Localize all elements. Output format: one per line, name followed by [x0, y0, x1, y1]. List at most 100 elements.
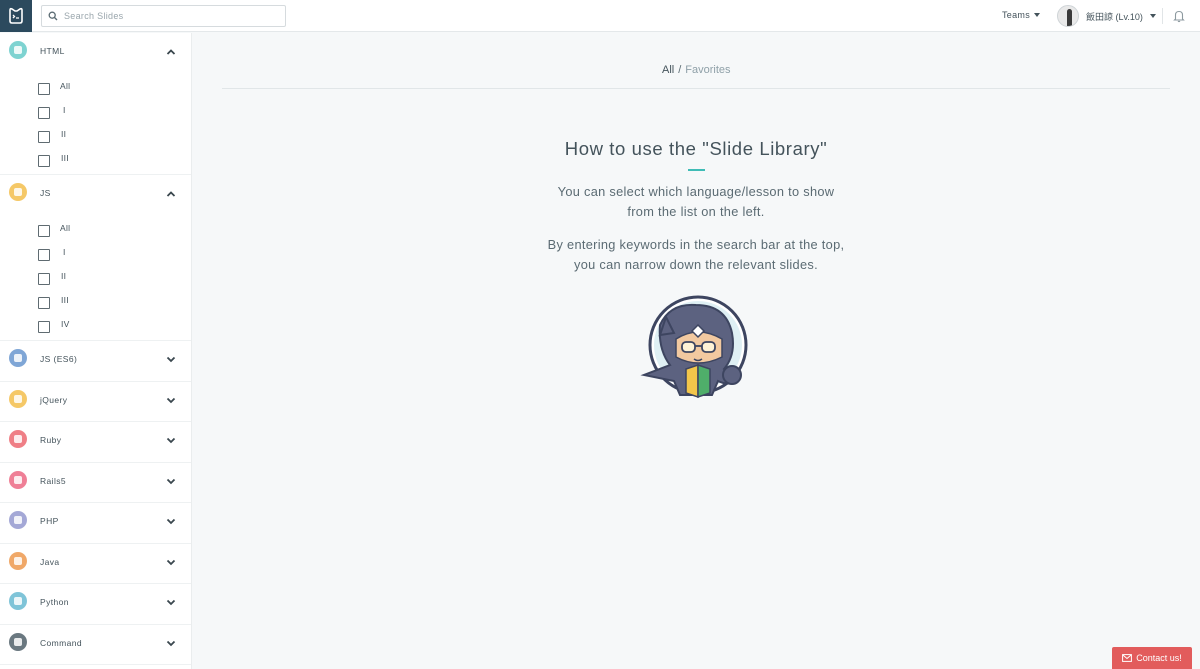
lesson-option[interactable]: IV — [38, 319, 178, 335]
sidebar-category-header[interactable]: Rails5 — [0, 463, 191, 499]
breadcrumb-separator: / — [678, 64, 682, 76]
language-icon — [9, 41, 27, 59]
chevron-up-icon[interactable] — [165, 189, 177, 199]
contact-us-button[interactable]: Contact us! — [1112, 647, 1192, 669]
lesson-option[interactable]: II — [38, 271, 178, 287]
lesson-option[interactable]: I — [38, 105, 178, 121]
lesson-option[interactable]: II — [38, 129, 178, 145]
checkbox[interactable] — [38, 107, 50, 119]
sidebar-category-js: JS All I II III IV — [0, 175, 191, 341]
chevron-down-icon[interactable] — [165, 435, 177, 445]
title-underline — [688, 169, 705, 171]
lesson-option-label: II — [61, 129, 67, 139]
sidebar-category-jquery: jQuery — [0, 382, 191, 422]
avatar — [1057, 5, 1079, 27]
sidebar-category-label: jQuery — [40, 394, 68, 405]
sidebar-category-header[interactable]: PHP — [0, 503, 191, 539]
teams-dropdown[interactable]: Teams — [1002, 10, 1041, 20]
breadcrumb: All / Favorites — [662, 64, 731, 76]
checkbox[interactable] — [38, 225, 50, 237]
sidebar-category-label: HTML — [40, 46, 65, 56]
contact-us-label: Contact us! — [1136, 653, 1182, 663]
lesson-option[interactable]: All — [38, 223, 178, 239]
chevron-down-icon[interactable] — [165, 597, 177, 607]
chevron-down-icon[interactable] — [165, 638, 177, 648]
language-icon — [9, 632, 27, 651]
chevron-down-icon[interactable] — [165, 516, 177, 526]
checkbox[interactable] — [38, 83, 50, 95]
chevron-down-icon[interactable] — [165, 395, 177, 405]
lesson-option[interactable]: All — [38, 81, 178, 97]
language-icon — [9, 389, 27, 408]
sidebar-category-header[interactable]: Command — [0, 625, 191, 661]
sidebar-category-header[interactable]: JS (ES6) — [0, 341, 191, 377]
sidebar-category-label: JS — [40, 188, 51, 198]
checkbox[interactable] — [38, 131, 50, 143]
instruction-paragraph-2: By entering keywords in the search bar a… — [496, 235, 896, 275]
paragraph-line: from the list on the left. — [627, 204, 765, 219]
search-box[interactable] — [41, 5, 286, 27]
lesson-option-label: II — [61, 271, 67, 281]
lesson-option[interactable]: III — [38, 153, 178, 169]
checkbox[interactable] — [38, 297, 50, 309]
lesson-option[interactable]: I — [38, 247, 178, 263]
sidebar-category-header[interactable]: jQuery — [0, 382, 191, 418]
lesson-option-label: III — [61, 295, 69, 305]
checkbox[interactable] — [38, 155, 50, 167]
chevron-down-icon[interactable] — [165, 557, 177, 567]
envelope-icon — [1122, 654, 1133, 662]
sidebar-category-header[interactable]: Python — [0, 584, 191, 620]
sidebar-category-header[interactable]: Ruby — [0, 422, 191, 458]
sidebar: HTML All I II III JS All I II III IV JS (ES6) jQuery… — [0, 33, 192, 669]
chevron-down-icon[interactable] — [165, 354, 177, 364]
sidebar-category-command: Command — [0, 625, 191, 665]
sidebar-category-header[interactable]: Java — [0, 544, 191, 580]
chevron-down-icon[interactable] — [165, 476, 177, 486]
lesson-option-label: All — [60, 223, 71, 233]
sidebar-category-label: Rails5 — [40, 475, 67, 486]
lesson-option-label: All — [60, 81, 71, 91]
sidebar-category-label: JS (ES6) — [40, 354, 78, 364]
user-menu[interactable]: 飯田諒 (Lv.10) — [1057, 5, 1156, 27]
user-name: 飯田諒 (Lv.10) — [1086, 11, 1143, 22]
teams-label: Teams — [1002, 10, 1031, 20]
language-icon — [9, 511, 27, 529]
breadcrumb-favorites[interactable]: Favorites — [685, 64, 730, 76]
divider — [222, 88, 1170, 89]
sidebar-category-ruby: Ruby — [0, 422, 191, 463]
sidebar-category-header[interactable]: JS — [0, 175, 191, 211]
ninja-mascot-illustration — [640, 295, 752, 405]
checkbox[interactable] — [38, 249, 50, 261]
language-icon — [9, 470, 27, 489]
sidebar-category-html: HTML All I II III — [0, 33, 191, 175]
language-icon — [9, 183, 27, 201]
sidebar-category-label: PHP — [40, 516, 59, 526]
sidebar-category-java: Java — [0, 544, 191, 584]
lesson-option-label: III — [61, 153, 69, 163]
search-icon — [42, 6, 64, 26]
sidebar-category-label: Python — [40, 597, 69, 607]
checkbox[interactable] — [38, 273, 50, 285]
top-header: Teams 飯田諒 (Lv.10) — [0, 0, 1200, 32]
header-divider — [1162, 8, 1163, 24]
bell-icon[interactable] — [1172, 9, 1186, 23]
sidebar-category-header[interactable]: HTML — [0, 33, 191, 69]
checkbox[interactable] — [38, 321, 50, 333]
breadcrumb-all[interactable]: All — [662, 64, 674, 76]
page-title: How to use the "Slide Library" — [564, 138, 828, 159]
sidebar-category-php: PHP — [0, 503, 191, 544]
chevron-up-icon[interactable] — [165, 47, 177, 57]
language-icon — [9, 430, 27, 448]
lesson-option-label: I — [63, 247, 66, 257]
paragraph-line: By entering keywords in the search bar a… — [547, 237, 845, 252]
search-input[interactable] — [64, 11, 279, 21]
sidebar-category-label: Ruby — [40, 435, 62, 445]
sidebar-category-python: Python — [0, 584, 191, 625]
logo-icon[interactable] — [0, 0, 32, 32]
lesson-option[interactable]: III — [38, 295, 178, 311]
lesson-option-label: IV — [61, 319, 70, 329]
language-icon — [9, 551, 27, 570]
sidebar-category-label: Command — [40, 637, 83, 648]
sidebar-category-label: Java — [40, 556, 60, 567]
paragraph-line: You can select which language/lesson to … — [557, 184, 835, 199]
